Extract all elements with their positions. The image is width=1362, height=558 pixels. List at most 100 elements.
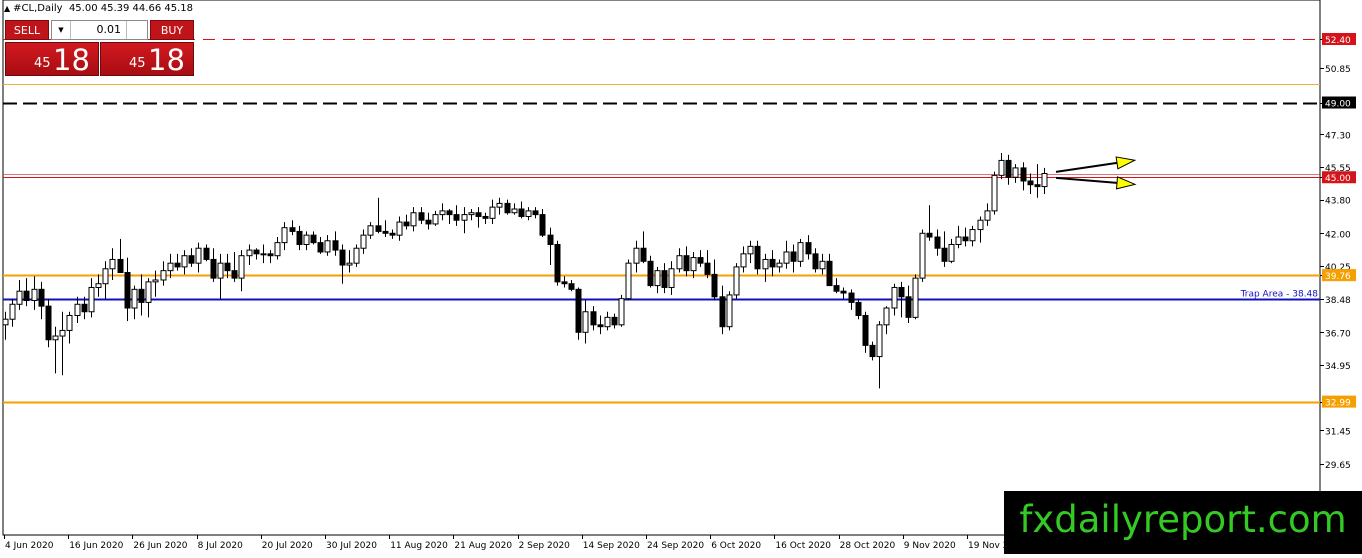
candle-body-bear (203, 247, 210, 260)
candle-body-bear (833, 285, 840, 292)
candle (604, 311, 611, 331)
y-tick-label: 43.80 (1325, 197, 1351, 207)
candle (23, 278, 30, 307)
candle (425, 212, 432, 230)
lot-size-input[interactable]: ▼ 0.01 (51, 20, 148, 40)
candle-body-bear (905, 296, 912, 318)
y-tick-label: 47.30 (1325, 131, 1351, 141)
candle (203, 244, 210, 262)
candle-body-bull (1012, 167, 1019, 178)
x-tick-label: 20 Jul 2020 (262, 541, 313, 551)
candle-body-bear (518, 208, 525, 217)
candle-body-bull (360, 234, 367, 249)
candle-body-bull (489, 206, 496, 219)
candle (833, 278, 840, 294)
dropdown-arrow-icon[interactable]: ▼ (52, 21, 71, 39)
candle-body-bear (532, 210, 539, 216)
chart-title: ▲ #CL,Daily 45.00 45.39 44.66 45.18 (4, 3, 193, 14)
y-tick-label: 29.65 (1325, 461, 1351, 471)
candle-body-bear (138, 288, 145, 303)
candle-body-bear (661, 270, 668, 288)
candle (88, 278, 95, 318)
x-tick-label: 6 Oct 2020 (711, 541, 761, 551)
candle (934, 229, 941, 256)
arrow-shaft (1055, 176, 1118, 184)
candle (38, 281, 45, 320)
candle-body-bull (439, 210, 446, 216)
arrow-annotation (1055, 176, 1137, 190)
candle (905, 285, 912, 323)
y-tick-label: 36.70 (1325, 329, 1351, 339)
candle (403, 214, 410, 230)
sell-price-button[interactable]: 45 18 (5, 42, 99, 77)
candle-body-bear (339, 249, 346, 266)
sell-button[interactable]: SELL (5, 20, 49, 40)
candle (776, 259, 783, 273)
candle-body-bear (296, 230, 303, 245)
candle-body-bull (733, 266, 740, 296)
y-tick-label: 50.85 (1325, 65, 1351, 75)
candle-body-bull (59, 329, 66, 337)
candle-body-bear (575, 288, 582, 333)
candle-body-bull (776, 262, 783, 268)
candle-body-bull (783, 251, 790, 264)
candle-body-bear (1020, 167, 1027, 182)
candle-body-bull (762, 258, 769, 270)
candle-body-bull (353, 247, 360, 264)
candle (188, 248, 195, 267)
candle-body-bear (719, 296, 726, 328)
buy-button[interactable]: BUY (150, 20, 194, 40)
candle-body-bear (231, 270, 238, 279)
candle (754, 240, 761, 275)
y-tick-label: 45.00 (1325, 174, 1351, 184)
candle (819, 253, 826, 275)
candle (891, 283, 898, 316)
candle (876, 321, 883, 389)
candle-body-bull (102, 268, 109, 285)
plot-frame (2, 0, 1321, 536)
candle (446, 209, 453, 224)
candle-body-bull (618, 298, 625, 326)
candle-body-bear (590, 311, 597, 326)
candle (511, 203, 518, 215)
candle (489, 199, 496, 224)
collapse-icon[interactable]: ▲ (4, 4, 10, 13)
candle-body-bear (375, 225, 382, 232)
candle (962, 227, 969, 247)
candle (461, 207, 468, 234)
candle-body-bear (1027, 180, 1034, 186)
candle-body-bear (332, 240, 339, 251)
candle (532, 207, 539, 219)
y-tick-label: 34.95 (1325, 362, 1351, 372)
candle-body-bull (131, 288, 138, 309)
candle (683, 246, 690, 277)
candle-body-bear (310, 234, 317, 244)
candle (561, 276, 568, 288)
candle (711, 259, 718, 301)
candle (382, 220, 389, 238)
candle (303, 231, 310, 251)
candle-body-bear (962, 236, 969, 242)
price-chart[interactable]: Trap Area - 38.48 52.40 50.85 49.00 47.30 45… (0, 0, 1362, 554)
candle-body-bull (690, 257, 697, 272)
candle (575, 287, 582, 340)
candle-body-bull (274, 242, 281, 257)
candle-body-bull (625, 262, 632, 300)
candle (661, 263, 668, 294)
candle (95, 274, 102, 297)
candle (9, 298, 16, 327)
candle-body-bear (188, 255, 195, 264)
candle (475, 207, 482, 228)
candle (16, 279, 23, 310)
candle-body-bull (2, 318, 9, 326)
candle (719, 285, 726, 335)
candle (238, 250, 245, 292)
candle (1027, 173, 1034, 195)
buy-price-button[interactable]: 45 18 (100, 42, 194, 77)
candle (805, 235, 812, 260)
candle-body-bull (152, 279, 159, 283)
candle-body-bull (797, 242, 804, 262)
spinner-icon[interactable] (126, 21, 147, 39)
candle-body-bull (461, 214, 468, 221)
candle-body-bear (482, 215, 489, 219)
